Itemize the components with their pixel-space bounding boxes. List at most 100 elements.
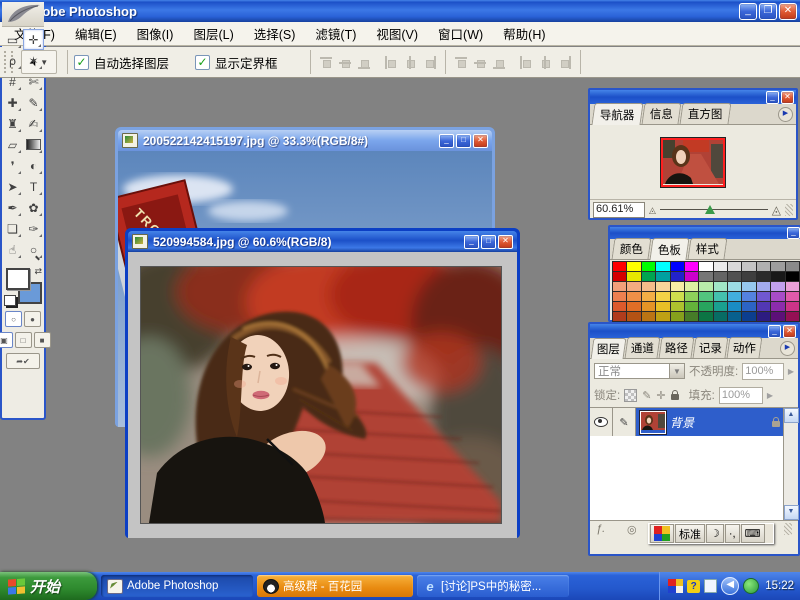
menu-item-8[interactable]: 帮助(H) xyxy=(493,21,555,46)
swatch-3-2[interactable] xyxy=(642,292,655,301)
layers-menu-button[interactable]: ▶ xyxy=(780,341,795,356)
lock-paint-icon[interactable]: ✎ xyxy=(642,389,651,402)
lock-transparency-icon[interactable] xyxy=(624,389,637,402)
tab-color[interactable]: 颜色 xyxy=(612,238,652,259)
swatch-3-8[interactable] xyxy=(728,292,741,301)
distribute-right-edges-icon[interactable] xyxy=(557,56,572,69)
zoom-slider-thumb[interactable] xyxy=(705,205,715,214)
layer-thumbnail[interactable] xyxy=(640,411,666,434)
swatch-0-3[interactable] xyxy=(656,262,669,271)
tray-window-icon[interactable] xyxy=(704,579,717,593)
swatch-0-10[interactable] xyxy=(757,262,770,271)
swatch-2-3[interactable] xyxy=(656,282,669,291)
swatch-5-4[interactable] xyxy=(671,312,684,321)
swatch-3-10[interactable] xyxy=(757,292,770,301)
swatch-5-7[interactable] xyxy=(714,312,727,321)
swap-colors-icon[interactable]: ⇄ xyxy=(34,266,42,277)
blend-mode-select[interactable]: 正常 xyxy=(594,363,670,379)
zoom-tool[interactable]: ○ xyxy=(23,239,44,260)
photoshop-feather-logo[interactable] xyxy=(2,2,44,27)
distribute-left-edges-icon[interactable] xyxy=(519,56,534,69)
swatch-2-2[interactable] xyxy=(642,282,655,291)
swatch-1-3[interactable] xyxy=(656,272,669,281)
swatch-4-11[interactable] xyxy=(771,302,784,311)
swatch-3-0[interactable] xyxy=(613,292,626,301)
tray-antivirus-icon[interactable] xyxy=(743,578,759,594)
navigator-close-button[interactable]: ✕ xyxy=(781,91,794,104)
swatch-1-12[interactable] xyxy=(786,272,799,281)
quick-mask-mode-button[interactable]: ● xyxy=(24,311,41,327)
doc2-minimize-button[interactable]: _ xyxy=(464,235,479,249)
history-brush-tool[interactable]: ✍ xyxy=(23,113,44,134)
navigator-zoom-input[interactable]: 60.61% xyxy=(593,202,645,218)
gradient-tool[interactable] xyxy=(23,134,44,155)
swatch-0-2[interactable] xyxy=(642,262,655,271)
swatch-0-8[interactable] xyxy=(728,262,741,271)
swatch-2-7[interactable] xyxy=(714,282,727,291)
menu-item-5[interactable]: 滤镜(T) xyxy=(305,21,366,46)
clone-stamp-tool[interactable]: ♜ xyxy=(2,113,23,134)
layer-row-background[interactable]: ✎ 背景 xyxy=(590,408,798,436)
navigator-title-strip[interactable]: _ ✕ xyxy=(590,90,796,104)
swatch-1-0[interactable] xyxy=(613,272,626,281)
swatch-4-8[interactable] xyxy=(728,302,741,311)
slice-tool[interactable]: ✄ xyxy=(23,71,44,92)
swatch-1-5[interactable] xyxy=(685,272,698,281)
layers-minimize-button[interactable]: _ xyxy=(768,325,781,338)
jump-to-imageready-button[interactable]: ➦✔ xyxy=(6,353,40,369)
eyedropper-tool[interactable]: ✑ xyxy=(23,218,44,239)
fill-value[interactable]: 100% xyxy=(719,387,763,404)
swatch-3-7[interactable] xyxy=(714,292,727,301)
move-tool[interactable]: ✛ xyxy=(23,29,44,50)
swatch-3-5[interactable] xyxy=(685,292,698,301)
minimize-button[interactable]: _ xyxy=(739,3,757,20)
layer-style-button[interactable]: ƒ. xyxy=(596,523,605,535)
ime-softkeyboard-icon[interactable]: ⌨ xyxy=(741,524,765,543)
align-right-edges-icon[interactable] xyxy=(422,56,437,69)
fullscreen-mode-button[interactable]: ■ xyxy=(34,332,51,348)
resize-grip[interactable] xyxy=(785,204,793,216)
fullscreen-menubar-mode-button[interactable]: □ xyxy=(15,332,32,348)
swatch-2-0[interactable] xyxy=(613,282,626,291)
swatch-4-2[interactable] xyxy=(642,302,655,311)
align-horizontal-centers-icon[interactable] xyxy=(403,56,418,69)
swatch-4-1[interactable] xyxy=(627,302,640,311)
restore-button[interactable]: ❐ xyxy=(759,3,777,20)
start-button[interactable]: 开始 xyxy=(0,572,97,600)
swatch-4-6[interactable] xyxy=(699,302,712,311)
pencil-tool[interactable]: ✎ xyxy=(23,92,44,113)
swatch-0-12[interactable] xyxy=(786,262,799,271)
fill-arrow-icon[interactable]: ▶ xyxy=(767,391,773,400)
swatch-5-9[interactable] xyxy=(742,312,755,321)
document2-canvas[interactable] xyxy=(128,252,517,538)
document2-title-bar[interactable]: 520994584.jpg @ 60.6%(RGB/8) _ □ ✕ xyxy=(128,231,517,252)
swatch-1-11[interactable] xyxy=(771,272,784,281)
swatch-1-7[interactable] xyxy=(714,272,727,281)
tab-swatches[interactable]: 色板 xyxy=(649,238,689,260)
auto-select-layer-checkbox[interactable]: ✓ xyxy=(74,55,89,70)
path-select-tool[interactable]: ➤ xyxy=(2,176,23,197)
swatch-3-9[interactable] xyxy=(742,292,755,301)
dodge-tool[interactable]: ◐ xyxy=(23,155,44,176)
swatch-2-12[interactable] xyxy=(786,282,799,291)
swatches-minimize-button[interactable]: _ xyxy=(787,227,800,239)
navigator-minimize-button[interactable]: _ xyxy=(766,91,779,104)
menu-item-1[interactable]: 编辑(E) xyxy=(65,21,127,46)
scroll-down-icon[interactable]: ▼ xyxy=(784,505,799,520)
doc1-close-button[interactable]: ✕ xyxy=(473,134,488,148)
ime-punctuation-button[interactable]: ·, xyxy=(725,524,740,543)
lock-position-icon[interactable]: ✛ xyxy=(656,389,665,402)
swatch-5-1[interactable] xyxy=(627,312,640,321)
navigator-zoom-slider[interactable] xyxy=(660,204,768,216)
rect-marquee-tool[interactable]: ▭ xyxy=(2,29,23,50)
tab-histogram[interactable]: 直方图 xyxy=(679,103,730,124)
ime-mode-button[interactable]: 标准 xyxy=(675,524,705,543)
swatch-3-4[interactable] xyxy=(671,292,684,301)
swatch-5-0[interactable] xyxy=(613,312,626,321)
tab-paths[interactable]: 路径 xyxy=(659,337,695,358)
distribute-top-edges-icon[interactable] xyxy=(454,56,469,69)
swatch-1-1[interactable] xyxy=(627,272,640,281)
lock-all-icon[interactable] xyxy=(671,394,679,400)
swatch-4-3[interactable] xyxy=(656,302,669,311)
navigator-view-proxy[interactable] xyxy=(661,138,725,187)
